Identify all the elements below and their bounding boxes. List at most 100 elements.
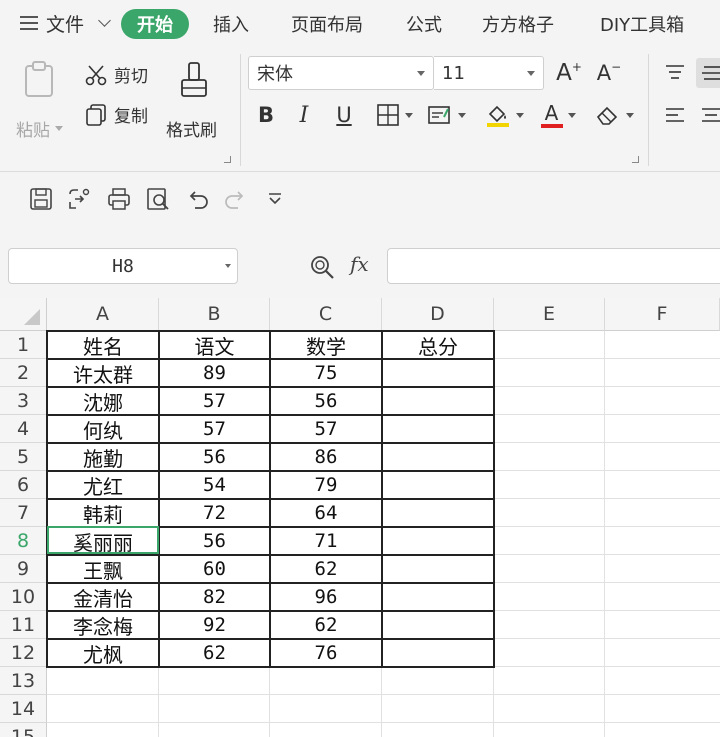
column-header-c[interactable]: C [270, 298, 382, 331]
redo-icon[interactable] [222, 186, 248, 212]
row-header-8[interactable]: 8 [0, 527, 47, 555]
clear-button[interactable] [592, 100, 636, 130]
increase-font-size-button[interactable]: A + [554, 58, 584, 88]
undo-icon[interactable] [185, 186, 211, 212]
chinese-score-cell[interactable]: 56 [159, 527, 270, 555]
clipboard-dialog-launcher-icon[interactable] [224, 156, 231, 163]
align-center-button[interactable] [698, 102, 720, 128]
math-score-cell[interactable]: 62 [270, 611, 382, 639]
font-dialog-launcher-icon[interactable] [632, 156, 639, 163]
cell-format-button[interactable] [424, 100, 468, 130]
math-score-cell[interactable]: 86 [270, 443, 382, 471]
row-header-3[interactable]: 3 [0, 387, 47, 415]
row-header-14[interactable]: 14 [0, 695, 47, 723]
row-header-12[interactable]: 12 [0, 639, 47, 667]
formula-input[interactable] [387, 248, 720, 284]
name-cell[interactable]: 何纨 [47, 415, 159, 443]
row-header-2[interactable]: 2 [0, 359, 47, 387]
name-cell[interactable]: 金清怡 [47, 583, 159, 611]
total-score-cell[interactable] [382, 359, 494, 387]
customize-chevron-icon[interactable] [262, 186, 288, 212]
font-color-button[interactable]: A [536, 100, 580, 130]
header-cell[interactable]: 姓名 [47, 331, 159, 359]
row-header-15[interactable]: 15 [0, 723, 47, 737]
row-header-4[interactable]: 4 [0, 415, 47, 443]
bold-button[interactable]: B [252, 100, 280, 130]
total-score-cell[interactable] [382, 415, 494, 443]
print-preview-icon[interactable] [145, 186, 171, 212]
name-cell[interactable]: 沈娜 [47, 387, 159, 415]
name-box[interactable]: H8 [8, 248, 238, 284]
row-header-10[interactable]: 10 [0, 583, 47, 611]
chinese-score-cell[interactable]: 60 [159, 555, 270, 583]
name-cell[interactable]: 韩莉 [47, 499, 159, 527]
chinese-score-cell[interactable]: 57 [159, 387, 270, 415]
export-icon[interactable] [66, 186, 92, 212]
total-score-cell[interactable] [382, 611, 494, 639]
total-score-cell[interactable] [382, 499, 494, 527]
save-icon[interactable] [28, 186, 54, 212]
column-header-a[interactable]: A [47, 298, 159, 331]
name-cell[interactable]: 许太群 [47, 359, 159, 387]
math-score-cell[interactable]: 96 [270, 583, 382, 611]
header-cell[interactable]: 数学 [270, 331, 382, 359]
font-size-select[interactable]: 11 [434, 56, 544, 90]
name-cell[interactable]: 尤枫 [47, 639, 159, 667]
column-header-f[interactable]: F [605, 298, 720, 331]
name-cell[interactable]: 施勤 [47, 443, 159, 471]
zoom-search-icon[interactable] [308, 253, 336, 281]
tab-page-layout[interactable]: 页面布局 [291, 11, 363, 37]
total-score-cell[interactable] [382, 555, 494, 583]
tab-fangfang-gezi[interactable]: 方方格子 [482, 11, 554, 37]
math-score-cell[interactable]: 57 [270, 415, 382, 443]
decrease-font-size-button[interactable]: A − [594, 58, 624, 88]
underline-button[interactable]: U [330, 100, 358, 130]
math-score-cell[interactable]: 64 [270, 499, 382, 527]
row-header-9[interactable]: 9 [0, 555, 47, 583]
select-all-corner[interactable] [0, 298, 47, 331]
name-cell[interactable]: 王飘 [47, 555, 159, 583]
row-header-7[interactable]: 7 [0, 499, 47, 527]
row-header-11[interactable]: 11 [0, 611, 47, 639]
name-cell[interactable]: 尤红 [47, 471, 159, 499]
tab-home[interactable]: 开始 [121, 9, 189, 39]
cut-button[interactable]: 剪切 [84, 62, 148, 87]
borders-button[interactable] [372, 100, 416, 130]
chinese-score-cell[interactable]: 92 [159, 611, 270, 639]
column-header-b[interactable]: B [159, 298, 270, 331]
chinese-score-cell[interactable]: 62 [159, 639, 270, 667]
font-name-select[interactable]: 宋体 [248, 56, 434, 90]
math-score-cell[interactable]: 75 [270, 359, 382, 387]
tab-diy-toolbox[interactable]: DIY工具箱 [600, 11, 684, 37]
column-header-e[interactable]: E [494, 298, 605, 331]
chinese-score-cell[interactable]: 54 [159, 471, 270, 499]
total-score-cell[interactable] [382, 583, 494, 611]
header-cell[interactable]: 总分 [382, 331, 494, 359]
fill-color-button[interactable] [482, 100, 526, 130]
tab-insert[interactable]: 插入 [213, 11, 249, 37]
total-score-cell[interactable] [382, 527, 494, 555]
print-icon[interactable] [106, 186, 132, 212]
total-score-cell[interactable] [382, 639, 494, 667]
row-header-13[interactable]: 13 [0, 667, 47, 695]
total-score-cell[interactable] [382, 471, 494, 499]
row-header-1[interactable]: 1 [0, 331, 47, 359]
row-header-5[interactable]: 5 [0, 443, 47, 471]
math-score-cell[interactable]: 56 [270, 387, 382, 415]
chinese-score-cell[interactable]: 82 [159, 583, 270, 611]
math-score-cell[interactable]: 76 [270, 639, 382, 667]
align-top-button[interactable] [662, 60, 688, 86]
file-menu[interactable]: 文件 [20, 10, 111, 36]
chinese-score-cell[interactable]: 72 [159, 499, 270, 527]
chinese-score-cell[interactable]: 57 [159, 415, 270, 443]
insert-function-button[interactable]: fx [350, 252, 369, 276]
tab-formulas[interactable]: 公式 [406, 11, 442, 37]
chinese-score-cell[interactable]: 56 [159, 443, 270, 471]
format-painter-button[interactable]: 格式刷 [166, 58, 226, 148]
chinese-score-cell[interactable]: 89 [159, 359, 270, 387]
total-score-cell[interactable] [382, 387, 494, 415]
copy-button[interactable]: 复制 [84, 102, 148, 127]
math-score-cell[interactable]: 62 [270, 555, 382, 583]
total-score-cell[interactable] [382, 443, 494, 471]
header-cell[interactable]: 语文 [159, 331, 270, 359]
